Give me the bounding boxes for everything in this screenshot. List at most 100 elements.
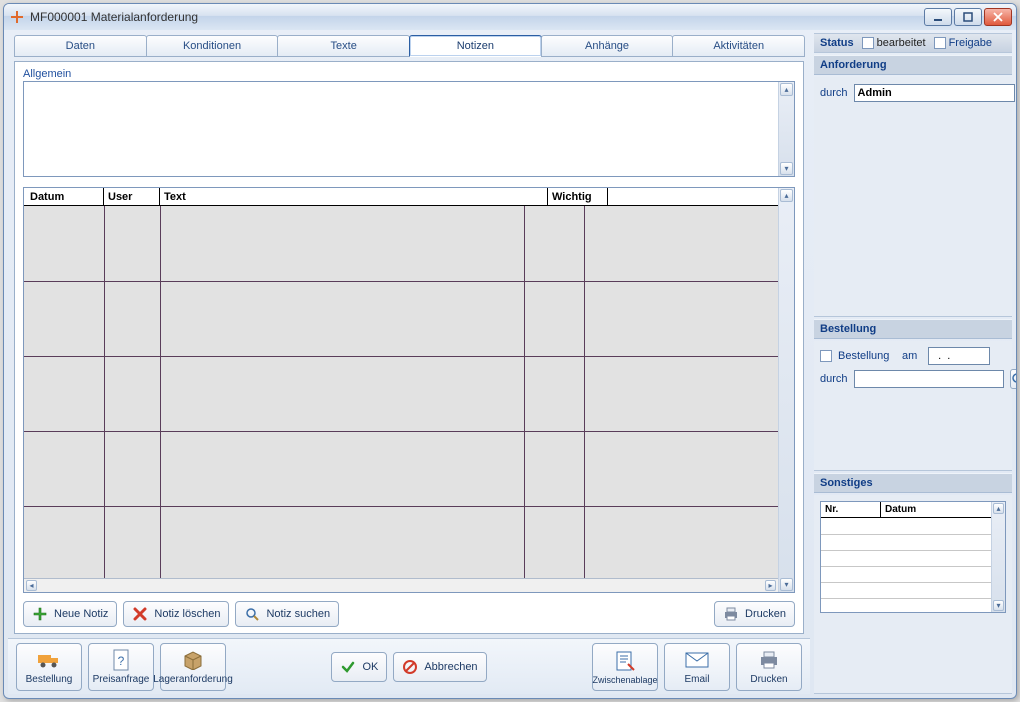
ok-label: OK bbox=[362, 661, 378, 673]
general-notes-field[interactable] bbox=[24, 82, 778, 176]
hscroll-left-icon[interactable]: ◂ bbox=[26, 580, 37, 591]
drucken-label: Drucken bbox=[750, 674, 787, 685]
mini-scroll-up-icon[interactable]: ▴ bbox=[993, 503, 1004, 514]
durch2-label: durch bbox=[820, 373, 848, 385]
print-notes-label: Drucken bbox=[745, 608, 786, 620]
side-panel: Status bearbeitet Freigabe Anforderung d… bbox=[814, 33, 1012, 694]
preisanfrage-label: Preisanfrage bbox=[93, 674, 150, 685]
freigabe-label: Freigabe bbox=[949, 37, 992, 49]
email-icon bbox=[685, 648, 709, 672]
tab-anhaenge[interactable]: Anhänge bbox=[541, 35, 674, 57]
scroll-down-icon[interactable]: ▾ bbox=[780, 162, 793, 175]
bestellung-checkbox[interactable] bbox=[820, 350, 832, 362]
bestellung-durch-input[interactable] bbox=[854, 370, 1004, 388]
sonstiges-header: Sonstiges bbox=[814, 473, 1012, 493]
bottom-toolbar: Bestellung ? Preisanfrage Lageranforderu… bbox=[8, 638, 810, 694]
col-wichtig[interactable]: Wichtig bbox=[548, 188, 608, 205]
anforderung-body: durch bbox=[814, 77, 1012, 317]
tab-konditionen[interactable]: Konditionen bbox=[146, 35, 279, 57]
sonstiges-table-header: Nr. Datum bbox=[821, 502, 991, 518]
titlebar: MF000001 Materialanforderung bbox=[4, 4, 1016, 30]
zwischenablage-button[interactable]: Zwischenablage bbox=[592, 643, 658, 691]
preisanfrage-button[interactable]: ? Preisanfrage bbox=[88, 643, 154, 691]
cancel-label: Abbrechen bbox=[424, 661, 477, 673]
status-header: Status bearbeitet Freigabe bbox=[814, 33, 1012, 53]
notes-table-hscroll[interactable]: ◂ ▸ bbox=[24, 578, 778, 592]
notes-table-header: Datum User Text Wichtig bbox=[24, 188, 778, 206]
new-note-button[interactable]: Neue Notiz bbox=[23, 601, 117, 627]
email-button[interactable]: Email bbox=[664, 643, 730, 691]
new-note-label: Neue Notiz bbox=[54, 608, 108, 620]
search-note-button[interactable]: Notiz suchen bbox=[235, 601, 339, 627]
col-datum[interactable]: Datum bbox=[24, 188, 104, 205]
app-icon bbox=[10, 10, 24, 24]
document-question-icon: ? bbox=[109, 648, 133, 672]
am-label: am bbox=[902, 350, 922, 362]
delete-note-label: Notiz löschen bbox=[154, 608, 220, 620]
tab-texte[interactable]: Texte bbox=[277, 35, 410, 57]
drucken-button[interactable]: Drucken bbox=[736, 643, 802, 691]
bearbeitet-checkbox[interactable] bbox=[862, 37, 874, 49]
close-button[interactable] bbox=[984, 8, 1012, 26]
general-notes-field-wrap: ▴ ▾ bbox=[23, 81, 795, 177]
ok-button[interactable]: OK bbox=[331, 652, 387, 682]
status-label: Status bbox=[820, 37, 854, 49]
mini-col-nr[interactable]: Nr. bbox=[821, 502, 881, 517]
col-text[interactable]: Text bbox=[160, 188, 548, 205]
tab-notizen[interactable]: Notizen bbox=[409, 35, 542, 57]
anforderung-durch-input[interactable] bbox=[854, 84, 1015, 102]
prohibit-icon bbox=[402, 659, 418, 675]
freigabe-checkbox[interactable] bbox=[934, 37, 946, 49]
box-icon bbox=[181, 648, 205, 672]
app-window: MF000001 Materialanforderung Daten Kondi… bbox=[3, 3, 1017, 699]
vscroll-up-icon[interactable]: ▴ bbox=[780, 189, 793, 202]
col-user[interactable]: User bbox=[104, 188, 160, 205]
truck-icon bbox=[37, 648, 61, 672]
print-notes-button[interactable]: Drucken bbox=[714, 601, 795, 627]
tab-bar: Daten Konditionen Texte Notizen Anhänge … bbox=[14, 35, 804, 57]
hscroll-right-icon[interactable]: ▸ bbox=[765, 580, 776, 591]
cancel-button[interactable]: Abbrechen bbox=[393, 652, 486, 682]
window-title: MF000001 Materialanforderung bbox=[30, 10, 924, 24]
search-note-label: Notiz suchen bbox=[266, 608, 330, 620]
plus-icon bbox=[32, 606, 48, 622]
search-icon bbox=[244, 606, 260, 622]
delete-icon bbox=[132, 606, 148, 622]
lageranforderung-label: Lageranforderung bbox=[153, 674, 233, 685]
scroll-up-icon[interactable]: ▴ bbox=[780, 83, 793, 96]
sonstiges-body: Nr. Datum ▴ ▾ bbox=[814, 495, 1012, 694]
mini-col-datum[interactable]: Datum bbox=[881, 502, 991, 517]
sonstiges-table-body[interactable] bbox=[821, 518, 991, 612]
general-label: Allgemein bbox=[23, 68, 795, 80]
sonstiges-scrollbar[interactable]: ▴ ▾ bbox=[991, 502, 1005, 612]
gridlines bbox=[24, 206, 778, 578]
svg-text:?: ? bbox=[118, 654, 125, 668]
bestellung-chk-label: Bestellung bbox=[838, 350, 896, 362]
bearbeitet-label: bearbeitet bbox=[877, 37, 926, 49]
bestellung-lookup-button[interactable] bbox=[1010, 369, 1017, 389]
vscroll-down-icon[interactable]: ▾ bbox=[780, 578, 793, 591]
bestellung-button[interactable]: Bestellung bbox=[16, 643, 82, 691]
maximize-button[interactable] bbox=[954, 8, 982, 26]
note-actions: Neue Notiz Notiz löschen Notiz suchen bbox=[23, 601, 795, 627]
printer-icon bbox=[723, 606, 739, 622]
check-icon bbox=[340, 659, 356, 675]
notes-table-vscroll[interactable]: ▴ ▾ bbox=[778, 188, 794, 592]
bestellung-date-input[interactable] bbox=[928, 347, 990, 365]
bestellung-body: Bestellung am durch bbox=[814, 341, 1012, 471]
tab-aktivitaeten[interactable]: Aktivitäten bbox=[672, 35, 805, 57]
tab-daten[interactable]: Daten bbox=[14, 35, 147, 57]
zwischenablage-label: Zwischenablage bbox=[592, 675, 657, 685]
printer-icon bbox=[757, 648, 781, 672]
durch-label: durch bbox=[820, 87, 848, 99]
delete-note-button[interactable]: Notiz löschen bbox=[123, 601, 229, 627]
sonstiges-table: Nr. Datum ▴ ▾ bbox=[820, 501, 1006, 613]
minimize-button[interactable] bbox=[924, 8, 952, 26]
bestellung-header: Bestellung bbox=[814, 319, 1012, 339]
email-label: Email bbox=[684, 674, 709, 685]
lageranforderung-button[interactable]: Lageranforderung bbox=[160, 643, 226, 691]
textarea-scrollbar[interactable]: ▴ ▾ bbox=[778, 82, 794, 176]
notes-table-body[interactable] bbox=[24, 206, 778, 578]
mini-scroll-down-icon[interactable]: ▾ bbox=[993, 600, 1004, 611]
col-spacer bbox=[608, 188, 778, 205]
